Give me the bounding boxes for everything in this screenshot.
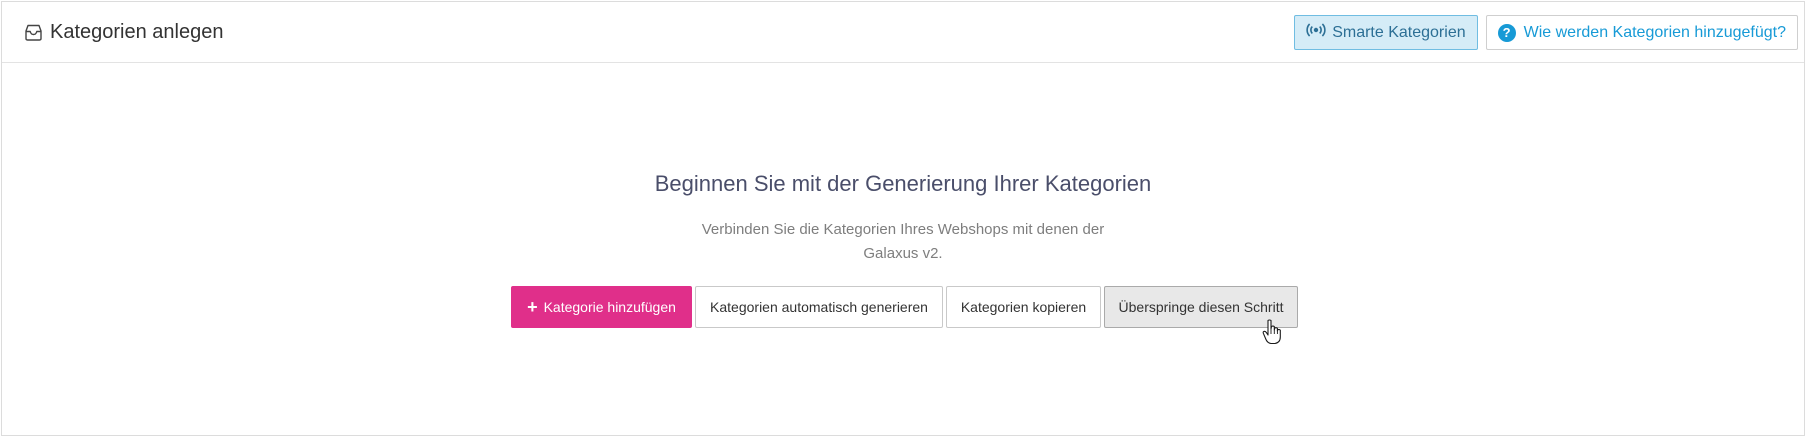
empty-state-title: Beginnen Sie mit der Generierung Ihrer K…: [654, 171, 1152, 196]
help-button-label: Wie werden Kategorien hinzugefügt?: [1523, 23, 1786, 41]
broadcast-icon: [1306, 22, 1326, 43]
plus-icon: +: [527, 297, 538, 317]
page-title-text: Kategorien anlegen: [50, 21, 224, 43]
empty-state-description-line: Galaxus v2.: [863, 245, 943, 262]
question-circle-icon: ?: [1497, 23, 1516, 42]
smart-categories-button[interactable]: Smarte Kategorien: [1294, 15, 1478, 50]
skip-step-label: Überspringe diesen Schritt: [1118, 299, 1284, 315]
page-title: Kategorien anlegen: [23, 21, 223, 44]
copy-categories-button[interactable]: Kategorien kopieren: [946, 286, 1101, 328]
add-category-button[interactable]: + Kategorie hinzufügen: [511, 286, 692, 328]
action-buttons: + Kategorie hinzufügen Kategorien automa…: [511, 286, 1298, 328]
empty-state-description: Verbinden Sie die Kategorien Ihres Websh…: [688, 218, 1118, 266]
empty-state-description-line: Verbinden Sie die Kategorien Ihres Websh…: [701, 221, 1105, 238]
smart-categories-label: Smarte Kategorien: [1332, 23, 1466, 41]
empty-state: Beginnen Sie mit der Generierung Ihrer K…: [2, 63, 1804, 436]
header-actions: Smarte Kategorien ? Wie werden Kategorie…: [1294, 15, 1798, 50]
auto-generate-label: Kategorien automatisch generieren: [710, 299, 928, 315]
panel-header: Kategorien anlegen Smarte Kategorien ? W…: [2, 2, 1804, 63]
categories-panel: Kategorien anlegen Smarte Kategorien ? W…: [1, 1, 1805, 436]
inbox-icon: [23, 22, 44, 43]
auto-generate-categories-button[interactable]: Kategorien automatisch generieren: [695, 286, 943, 328]
help-button[interactable]: ? Wie werden Kategorien hinzugefügt?: [1485, 15, 1798, 50]
hand-cursor-icon: [1262, 319, 1282, 345]
copy-categories-label: Kategorien kopieren: [960, 299, 1087, 315]
add-category-label: Kategorie hinzufügen: [543, 299, 676, 315]
